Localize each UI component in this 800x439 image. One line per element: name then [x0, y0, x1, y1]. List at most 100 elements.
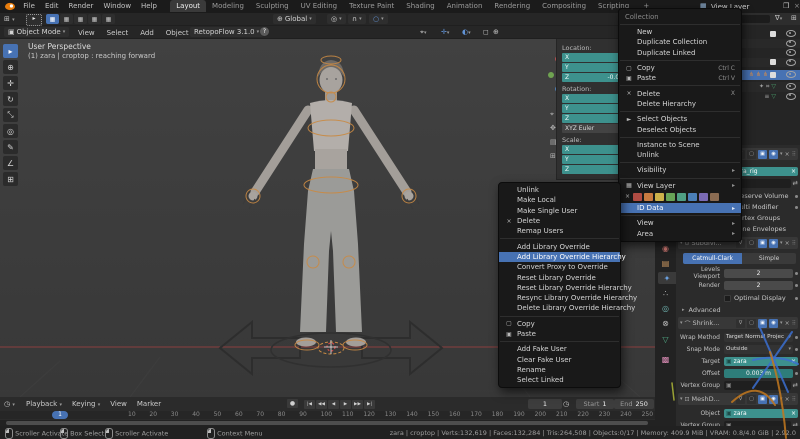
- mode-option-5[interactable]: ▦: [102, 14, 115, 24]
- properties-tab-particles[interactable]: ∴: [658, 287, 673, 299]
- topbar-menu-file[interactable]: File: [18, 0, 40, 12]
- play-button[interactable]: ▶: [340, 400, 351, 409]
- menu-item-visibility[interactable]: Visibility▸: [619, 165, 741, 175]
- modifier-close-icon[interactable]: ×: [785, 396, 790, 403]
- mode-option-4[interactable]: ▦: [88, 14, 101, 24]
- mode-dropdown[interactable]: ▣Object Mode▾: [4, 27, 69, 37]
- modifier-edit-toggle-icon[interactable]: ∇: [736, 319, 745, 328]
- proportional-edit-dropdown[interactable]: ○▾: [369, 14, 388, 24]
- visibility-eye-icon[interactable]: [786, 40, 796, 47]
- overlays-toggle-icon[interactable]: ✛▾: [441, 28, 449, 36]
- menu-item-paste[interactable]: ▣Paste: [499, 329, 620, 339]
- modifier-extras-icon[interactable]: ▾: [780, 396, 783, 402]
- editor-type-icon[interactable]: ⊞ ▾: [4, 15, 15, 23]
- modifier-render-toggle-icon[interactable]: ◉: [769, 319, 778, 328]
- move-tool-icon[interactable]: ✛: [3, 76, 18, 90]
- invert-vgroup-icon[interactable]: ⇄: [793, 381, 798, 389]
- catmull-clark-button[interactable]: Catmull-Clark: [683, 253, 742, 264]
- frame-end-field[interactable]: End250: [614, 399, 654, 409]
- menu-item-duplicate-collection[interactable]: Duplicate Collection: [619, 37, 741, 47]
- menu-item-delete[interactable]: ×DeleteX: [619, 88, 741, 98]
- menu-item-unlink[interactable]: Unlink: [499, 185, 620, 195]
- menu-item-duplicate-linked[interactable]: Duplicate Linked: [619, 48, 741, 58]
- properties-tab-modifiers[interactable]: ✦: [658, 272, 676, 284]
- add-cube-tool-icon[interactable]: ⊞: [3, 172, 18, 186]
- modifier-render-toggle-icon[interactable]: ◉: [769, 239, 778, 248]
- menu-item-remap-users[interactable]: Remap Users: [499, 226, 620, 236]
- selectable-checkbox[interactable]: [770, 72, 776, 78]
- viewport-menu-object[interactable]: Object: [166, 29, 189, 37]
- menu-item-copy[interactable]: ▢Copy: [499, 319, 620, 329]
- axis-y-dot[interactable]: [548, 72, 554, 78]
- mode-option-3[interactable]: ▦: [74, 14, 87, 24]
- timeline-menu-view[interactable]: View: [110, 400, 127, 408]
- shrinkwrap-vgroup-field[interactable]: ▣: [724, 381, 791, 390]
- modifier-render-toggle-icon[interactable]: ◉: [769, 395, 778, 404]
- topbar-menu-render[interactable]: Render: [64, 0, 99, 12]
- color-tag-swatch[interactable]: [644, 193, 653, 201]
- menu-item-delete-library-override-hierarchy[interactable]: Delete Library Override Hierarchy: [499, 303, 620, 313]
- menu-item-select-objects[interactable]: ►Select Objects: [619, 114, 741, 124]
- simple-button[interactable]: Simple: [742, 253, 796, 264]
- levels-viewport-field[interactable]: 2: [724, 269, 793, 278]
- menu-item-delete[interactable]: ×Delete: [499, 216, 620, 226]
- workspace-tab-sculpting[interactable]: Sculpting: [250, 0, 295, 12]
- viewport-menu-view[interactable]: View: [78, 29, 95, 37]
- menu-item-view[interactable]: View▸: [619, 218, 741, 228]
- color-tag-swatch[interactable]: [677, 193, 686, 201]
- modifier-edit-toggle-icon[interactable]: ∇: [736, 395, 745, 404]
- menu-item-copy[interactable]: ▢CopyCtrl C: [619, 63, 741, 73]
- mode-option-1[interactable]: ▦: [46, 14, 59, 24]
- menu-item-unlink[interactable]: Unlink: [619, 150, 741, 160]
- timeline-scrollbar[interactable]: [0, 420, 655, 426]
- optimal-display-checkbox[interactable]: [724, 295, 731, 302]
- modifier-close-icon[interactable]: ×: [785, 240, 790, 247]
- modifier-cage-toggle-icon[interactable]: ▢: [747, 395, 756, 404]
- timeline-menu-keying[interactable]: Keying ▾: [72, 400, 100, 408]
- meshdeform-object-field[interactable]: ▣zara×: [724, 409, 798, 418]
- scale-tool-icon[interactable]: ⤡: [3, 108, 18, 122]
- transform-tool-icon[interactable]: ◎: [3, 124, 18, 138]
- modifier-viewport-toggle-icon[interactable]: ▣: [758, 150, 767, 159]
- modifier-extras-icon[interactable]: ▾: [780, 240, 783, 246]
- modifier-drag-icon[interactable]: ⠿: [792, 396, 796, 403]
- selectable-checkbox[interactable]: [770, 59, 776, 65]
- color-tag-swatch[interactable]: [655, 193, 664, 201]
- modifier-cage-toggle-icon[interactable]: ▢: [747, 239, 756, 248]
- frame-start-field[interactable]: Start1: [576, 399, 614, 409]
- menu-item-new[interactable]: New: [619, 27, 741, 37]
- properties-tab-constraints[interactable]: ⊗: [658, 317, 673, 329]
- pan-icon[interactable]: ✥: [550, 124, 556, 132]
- menu-item-clear-fake-user[interactable]: Clear Fake User: [499, 354, 620, 364]
- viewport-menu-add[interactable]: Add: [140, 29, 154, 37]
- properties-tab-physics[interactable]: ◎: [658, 302, 673, 314]
- auto-keying-button[interactable]: ●: [287, 399, 299, 408]
- prev-keyframe-button[interactable]: ◀◀: [316, 400, 327, 409]
- workspace-tab-compositing[interactable]: Compositing: [536, 0, 592, 12]
- color-tag-swatch[interactable]: [688, 193, 697, 201]
- menu-item-convert-proxy-to-override[interactable]: Convert Proxy to Override: [499, 262, 620, 272]
- offset-field[interactable]: 0.003 m: [724, 369, 793, 378]
- filter-icon[interactable]: ∇▾: [775, 14, 782, 22]
- modifier-close-icon[interactable]: ×: [785, 151, 790, 158]
- shrinkwrap-modifier-header[interactable]: ▾⌒ Shrink... ∇▢▣◉ ▾×⠿: [678, 317, 798, 329]
- color-tag-swatch[interactable]: [666, 193, 675, 201]
- workspace-tab-animation[interactable]: Animation: [441, 0, 489, 12]
- use-preview-range-icon[interactable]: ◷: [563, 400, 569, 408]
- meshdeform-modifier-header[interactable]: ▾⊡ MeshD... ∇▢▣◉ ▾×⠿: [678, 393, 798, 405]
- topbar-menu-edit[interactable]: Edit: [40, 0, 64, 12]
- menu-item-reset-library-override[interactable]: Reset Library Override: [499, 272, 620, 282]
- gizmo-toggle-icon[interactable]: ⌖▾: [420, 28, 426, 37]
- timeline-menu-marker[interactable]: Marker: [137, 400, 161, 408]
- modifier-render-toggle-icon[interactable]: ◉: [769, 150, 778, 159]
- timeline-menu-playback[interactable]: Playback ▾: [26, 400, 62, 408]
- modifier-close-icon[interactable]: ×: [785, 320, 790, 327]
- properties-tab-render[interactable]: ◉: [658, 242, 673, 254]
- modifier-cage-toggle-icon[interactable]: ▢: [747, 150, 756, 159]
- new-collection-icon[interactable]: ⊞: [791, 14, 797, 22]
- retopoflow-help-icon[interactable]: ?: [260, 27, 269, 36]
- timeline-ruler[interactable]: 1 10203040506070809010011012013014015016…: [0, 411, 655, 419]
- menu-item-view-layer[interactable]: ▦View Layer▸: [619, 181, 741, 191]
- visibility-eye-icon[interactable]: [786, 83, 796, 90]
- menu-item-reset-library-override-hierarchy[interactable]: Reset Library Override Hierarchy: [499, 283, 620, 293]
